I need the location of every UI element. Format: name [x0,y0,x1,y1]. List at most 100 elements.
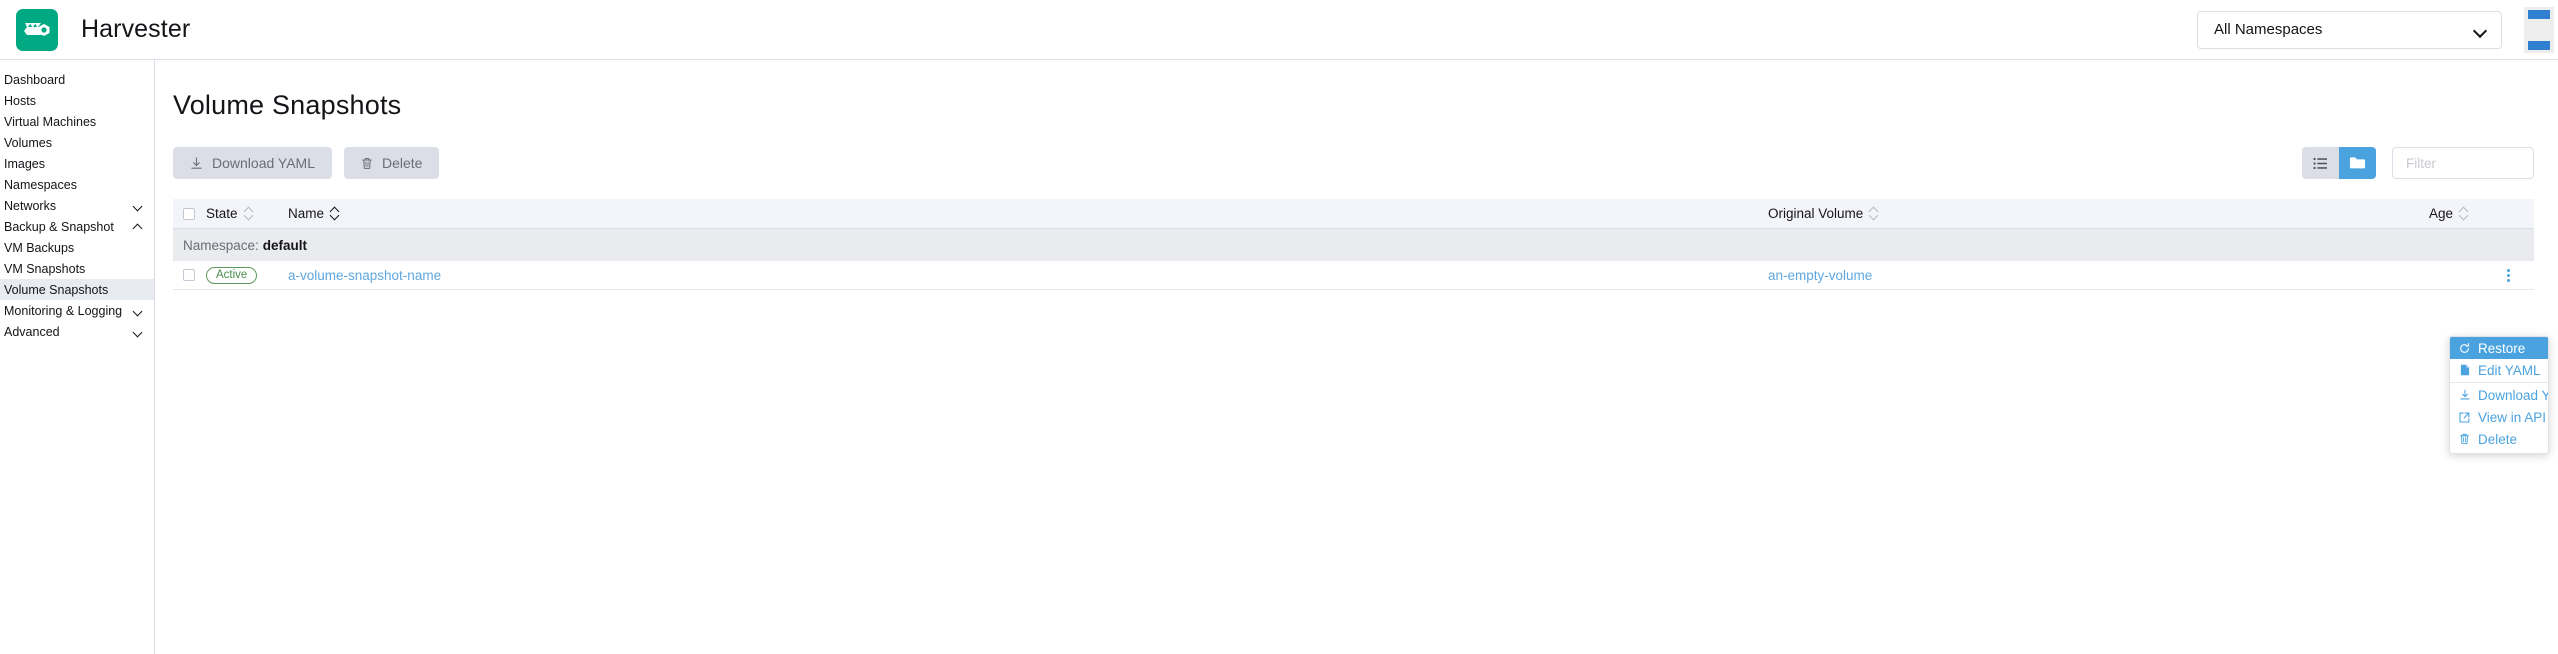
sidebar-item-vm-snapshots[interactable]: VM Snapshots [0,258,154,279]
sidebar-item-volumes[interactable]: Volumes [0,132,154,153]
row-original-volume-cell: an-empty-volume [1768,268,2368,283]
delete-button[interactable]: Delete [343,147,440,179]
row-checkbox[interactable] [183,269,195,281]
sidebar-item-hosts[interactable]: Hosts [0,90,154,111]
filter-input-wrapper[interactable] [2392,147,2534,179]
brand[interactable]: Harvester [0,8,191,51]
view-mode-toggle [2302,147,2376,179]
snapshot-name-link[interactable]: a-volume-snapshot-name [288,268,441,283]
action-toolbar: Download YAML Delete [167,147,2534,179]
column-header-original-volume-label: Original Volume [1768,206,1864,221]
row-state-cell: Active [206,266,261,284]
row-name-cell: a-volume-snapshot-name [261,268,1768,283]
table-row[interactable]: Active a-volume-snapshot-name an-empty-v… [173,261,2534,290]
chevron-down-icon [133,202,144,209]
status-badge: Active [206,266,258,284]
trash-icon [361,157,373,170]
header-edge-marker-bottom [2528,40,2550,50]
column-header-age[interactable]: Age [2368,206,2498,221]
context-menu-item-restore[interactable]: Restore [2450,337,2548,359]
chevron-down-icon [133,307,144,314]
sort-icon[interactable] [2459,207,2468,220]
context-menu-item-delete[interactable]: Delete [2450,428,2548,450]
sidebar-item-label: VM Snapshots [4,261,86,276]
sidebar-item-virtual-machines[interactable]: Virtual Machines [0,111,154,132]
trash-icon [2458,433,2471,445]
delete-label: Delete [381,155,423,171]
chevron-down-icon [133,328,144,335]
select-all-checkbox[interactable] [183,207,195,220]
sidebar-item-label: Monitoring & Logging [4,303,123,318]
sidebar-group-networks[interactable]: Networks [0,195,154,216]
header-edge-marker [2524,6,2554,53]
table-group-row-namespace: Namespace: default [173,229,2534,261]
brand-name: Harvester [81,15,191,43]
context-menu-separator [2450,382,2548,383]
kebab-dot [2506,268,2510,272]
select-all-checkbox-cell [183,207,206,220]
column-header-state[interactable]: State [206,206,261,221]
sidebar-group-monitoring-and-logging[interactable]: Monitoring & Logging [0,300,154,321]
context-menu-item-label: View in API [2478,409,2547,425]
context-menu-item-edit-yaml[interactable]: Edit YAML [2450,359,2548,381]
original-volume-link[interactable]: an-empty-volume [1768,268,1872,283]
main-content: Volume Snapshots Download YAML Delete Fi… [155,60,2558,654]
column-header-original-volume[interactable]: Original Volume [1768,206,2368,221]
kebab-menu-icon[interactable] [2498,265,2518,285]
download-yaml-label: Download YAML [212,155,315,171]
restore-icon [2458,342,2471,354]
sidebar-item-volume-snapshots[interactable]: Volume Snapshots [0,279,154,300]
context-menu-item-label: Download YAML [2478,387,2549,403]
sidebar-group-backup-and-snapshot[interactable]: Backup & Snapshot [0,216,154,237]
column-header-state-label: State [206,206,238,221]
context-menu-item-download-yaml[interactable]: Download YAML [2450,384,2548,406]
top-header: Harvester All Namespaces [0,0,2558,60]
header-edge-marker-top [2528,9,2550,19]
context-menu-item-view-in-api[interactable]: View in API [2450,406,2548,428]
column-header-age-label: Age [2428,206,2453,221]
kebab-dot [2506,273,2510,277]
row-context-menu: Restore Edit YAML Download Y View in API… [2449,336,2549,454]
sort-icon-active[interactable] [330,207,339,220]
column-header-name[interactable]: Name [261,206,1768,221]
sidebar-item-images[interactable]: Images [0,153,154,174]
sidebar-item-dashboard[interactable]: Dashboard [0,69,154,90]
page-title: Volume Snapshots [173,90,402,120]
sidebar-item-vm-backups[interactable]: VM Backups [0,237,154,258]
list-view-icon[interactable] [2302,147,2339,179]
filter-input[interactable] [2404,154,2522,172]
sidebar-item-label: Dashboard [4,72,66,87]
group-row-label: Namespace: [183,237,259,253]
download-yaml-button[interactable]: Download YAML [173,147,332,179]
app-body: Dashboard Hosts Virtual Machines Volumes… [0,60,2558,654]
chevron-down-icon [2474,26,2487,34]
context-menu-bottom-padding [2450,450,2548,453]
download-icon [2458,389,2471,401]
context-menu-item-label: Delete [2478,431,2518,447]
sidebar: Dashboard Hosts Virtual Machines Volumes… [0,60,155,654]
sidebar-item-namespaces[interactable]: Namespaces [0,174,154,195]
download-icon [190,156,203,170]
group-row-value: default [262,237,308,253]
sidebar-item-label: Backup & Snapshot [4,219,114,234]
row-actions-cell [2498,265,2534,285]
sort-icon[interactable] [1869,207,1878,220]
namespace-selector[interactable]: All Namespaces [2197,10,2502,49]
group-view-icon[interactable] [2339,147,2376,179]
sidebar-item-label: Networks [4,198,57,213]
sidebar-item-label: VM Backups [4,240,75,255]
table-header-row: State Name Original Volume Age [173,199,2534,229]
harvester-app: Harvester All Namespaces Dashboard Hosts… [0,0,2558,654]
namespace-selector-value: All Namespaces [2214,21,2323,38]
sidebar-item-label: Images [4,156,45,171]
row-checkbox-cell [183,269,206,281]
context-menu-item-label: Restore [2478,340,2526,356]
kebab-dot [2506,278,2510,282]
harvester-logo-icon [16,8,58,51]
sidebar-item-label: Namespaces [4,177,77,192]
volume-snapshots-table: State Name Original Volume Age Namespace… [167,199,2534,290]
column-header-name-label: Name [288,206,325,221]
sort-icon[interactable] [244,207,253,220]
chevron-up-icon [133,223,144,230]
sidebar-group-advanced[interactable]: Advanced [0,321,154,342]
